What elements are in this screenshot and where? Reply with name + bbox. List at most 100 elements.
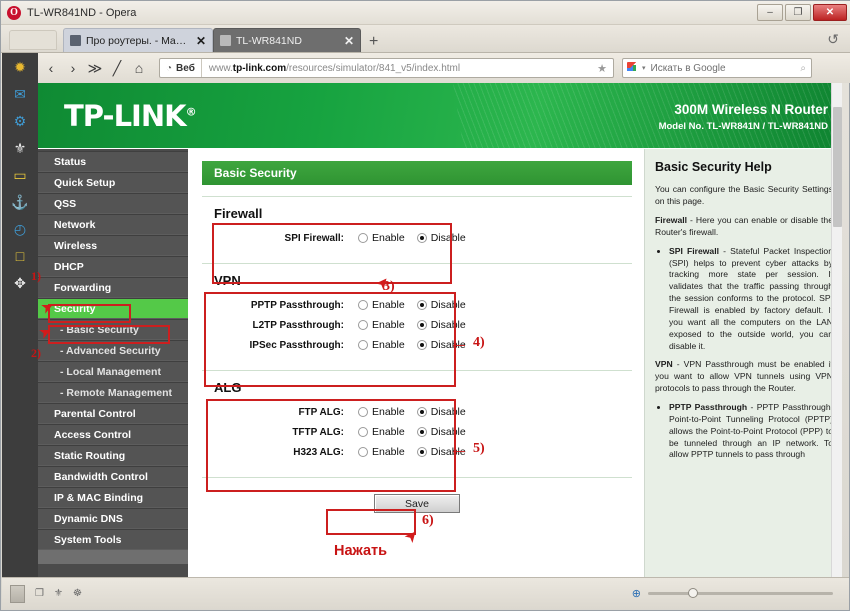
downloads-icon[interactable]: ⚓: [10, 192, 30, 212]
sidebar-item-quick-setup[interactable]: Quick Setup: [38, 172, 188, 193]
radio-icon[interactable]: [358, 340, 368, 350]
tab-tl-wr841nd[interactable]: TL-WR841ND ✕: [213, 28, 361, 52]
zoom-control[interactable]: ⊕: [632, 587, 849, 600]
vpn-section: VPN PPTP Passthrough: Enable Disable L2T…: [202, 264, 632, 359]
radio-icon[interactable]: [416, 427, 427, 437]
scrollbar-thumb[interactable]: [833, 107, 842, 227]
spi-firewall-disable-option[interactable]: Disable: [416, 232, 466, 244]
sidebar-item-dynamic-dns[interactable]: Dynamic DNS: [38, 508, 188, 529]
stop-icon[interactable]: ╱: [107, 57, 127, 79]
sidebar-item-remote-management[interactable]: - Remote Management: [38, 382, 188, 403]
bug-icon[interactable]: ☸: [73, 588, 82, 599]
tab-menu-button[interactable]: [9, 30, 57, 50]
close-button[interactable]: ✕: [813, 4, 847, 21]
unite-icon[interactable]: □: [10, 246, 30, 266]
images-toggle-icon[interactable]: ❐: [35, 588, 44, 599]
pptp-passthrough-row: PPTP Passthrough: Enable Disable: [208, 295, 632, 315]
save-button[interactable]: Save: [374, 494, 460, 513]
sidebar-item-access-control[interactable]: Access Control: [38, 424, 188, 445]
minimize-button[interactable]: –: [757, 4, 783, 21]
share-icon[interactable]: ⚜: [10, 138, 30, 158]
url-prefix: www.: [208, 62, 233, 74]
radio-icon[interactable]: [416, 447, 427, 457]
tab-pro-routery[interactable]: Про роутеры. - MaxN... ✕: [63, 28, 213, 52]
tab-reload-icon[interactable]: ↺: [827, 31, 839, 48]
forward-icon[interactable]: ›: [63, 57, 83, 79]
mail-icon[interactable]: ✉: [10, 84, 30, 104]
sidebar-item-status[interactable]: Status: [38, 151, 188, 172]
zoom-icon[interactable]: ⊕: [632, 587, 641, 600]
radio-icon[interactable]: [358, 300, 368, 310]
history-icon[interactable]: ◴: [10, 219, 30, 239]
spi-firewall-enable-option[interactable]: Enable: [358, 232, 405, 244]
sidebar-item-ip-mac-binding[interactable]: IP & MAC Binding: [38, 487, 188, 508]
globe-icon: ◔: [166, 62, 173, 74]
sidebar-item-qss[interactable]: QSS: [38, 193, 188, 214]
back-icon[interactable]: ‹: [41, 57, 61, 79]
option-label: Enable: [372, 426, 405, 438]
add-panel-icon[interactable]: ✥: [10, 273, 30, 293]
radio-icon[interactable]: [416, 233, 427, 243]
restore-button[interactable]: ❐: [785, 4, 811, 21]
radio-icon[interactable]: [416, 320, 427, 330]
sidebar-item-forwarding[interactable]: Forwarding: [38, 277, 188, 298]
pptp-disable-option[interactable]: Disable: [416, 299, 466, 311]
h323-alg-enable-option[interactable]: Enable: [358, 446, 405, 458]
sidebar-item-bandwidth-control[interactable]: Bandwidth Control: [38, 466, 188, 487]
sidebar-filler: [38, 550, 188, 564]
l2tp-enable-option[interactable]: Enable: [358, 319, 405, 331]
chevron-down-icon[interactable]: ▾: [642, 64, 646, 72]
sidebar-item-advanced-security[interactable]: - Advanced Security: [38, 340, 188, 361]
pptp-enable-option[interactable]: Enable: [358, 299, 405, 311]
sidebar-item-static-routing[interactable]: Static Routing: [38, 445, 188, 466]
sidebar-item-network[interactable]: Network: [38, 214, 188, 235]
bookmarks-icon[interactable]: ✹: [10, 57, 30, 77]
connection-icon[interactable]: ⚜: [54, 588, 63, 599]
radio-icon[interactable]: [358, 427, 368, 437]
home-icon[interactable]: ⌂: [129, 57, 149, 79]
zoom-slider[interactable]: [648, 588, 833, 598]
settings-icon[interactable]: ⚙: [10, 111, 30, 131]
sidebar-item-parental-control[interactable]: Parental Control: [38, 403, 188, 424]
radio-icon[interactable]: [416, 407, 427, 417]
status-bar: ❐ ⚜ ☸ ⊕: [2, 577, 849, 609]
opera-logo-icon: O: [7, 5, 21, 20]
radio-icon[interactable]: [358, 407, 368, 417]
tab-close-icon[interactable]: ✕: [196, 34, 206, 48]
ipsec-enable-option[interactable]: Enable: [358, 339, 405, 351]
panel-toggle-button[interactable]: [10, 584, 25, 603]
address-bar[interactable]: ◔ Веб www.tp-link.com/resources/simulato…: [159, 58, 614, 78]
sidebar-item-basic-security[interactable]: - Basic Security: [38, 319, 188, 340]
tftp-alg-disable-option[interactable]: Disable: [416, 426, 466, 438]
sidebar-item-wireless[interactable]: Wireless: [38, 235, 188, 256]
search-icon[interactable]: ⌕: [800, 63, 811, 74]
radio-icon[interactable]: [358, 233, 368, 243]
tftp-alg-enable-option[interactable]: Enable: [358, 426, 405, 438]
annotation-number-6: 6): [422, 513, 434, 528]
page-title: Basic Security: [202, 161, 632, 185]
ftp-alg-label: FTP ALG:: [298, 406, 344, 418]
zoom-slider-handle[interactable]: [688, 588, 698, 598]
page-scrollbar[interactable]: [831, 83, 842, 578]
address-url-text: www.tp-link.com/resources/simulator/841_…: [202, 63, 460, 74]
ftp-alg-enable-option[interactable]: Enable: [358, 406, 405, 418]
sidebar-item-security[interactable]: Security: [38, 298, 188, 319]
sidebar-item-local-management[interactable]: - Local Management: [38, 361, 188, 382]
l2tp-disable-option[interactable]: Disable: [416, 319, 466, 331]
ftp-alg-disable-option[interactable]: Disable: [416, 406, 466, 418]
radio-icon[interactable]: [358, 320, 368, 330]
radio-icon[interactable]: [358, 447, 368, 457]
new-tab-button[interactable]: +: [369, 34, 378, 50]
sidebar-item-system-tools[interactable]: System Tools: [38, 529, 188, 550]
radio-icon[interactable]: [416, 300, 427, 310]
option-label: Enable: [372, 339, 405, 351]
fast-forward-icon[interactable]: ≫: [85, 57, 105, 79]
tab-close-icon[interactable]: ✕: [344, 34, 354, 48]
search-input[interactable]: Искать в Google: [651, 63, 801, 74]
sidebar-item-dhcp[interactable]: DHCP: [38, 256, 188, 277]
bookmark-star-icon[interactable]: ★: [591, 62, 613, 75]
search-box[interactable]: ▾ Искать в Google ⌕: [622, 58, 812, 78]
folder-icon[interactable]: ▭: [10, 165, 30, 185]
help-intro: You can configure the Basic Security Set…: [655, 184, 833, 207]
radio-icon[interactable]: [416, 340, 427, 350]
